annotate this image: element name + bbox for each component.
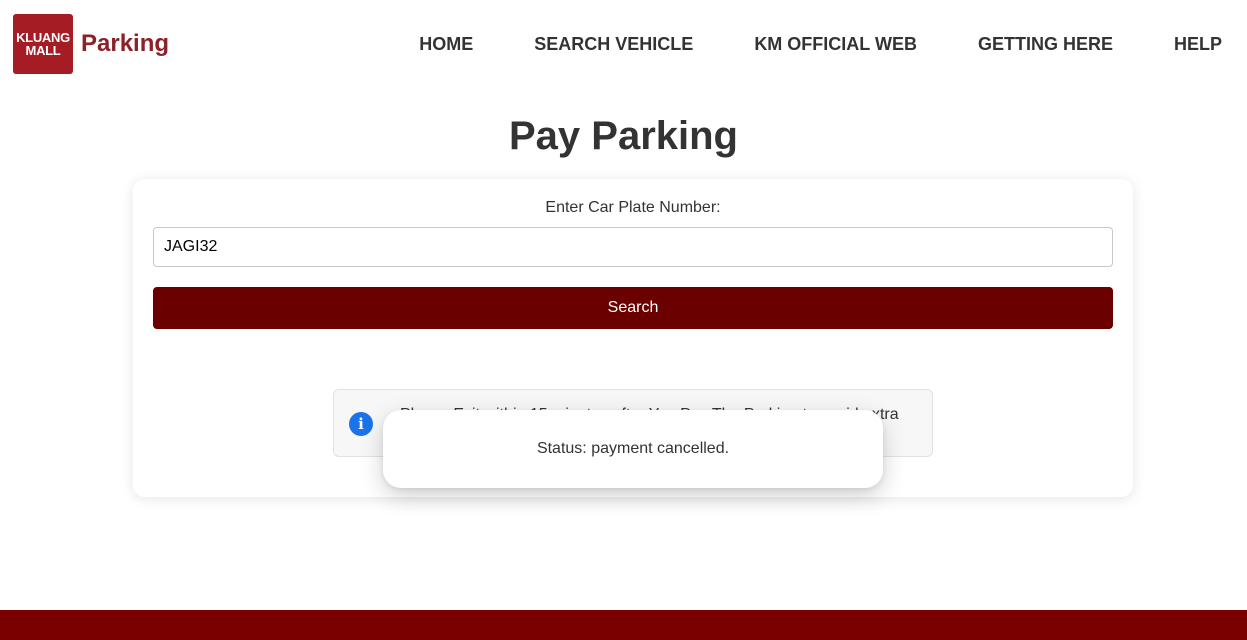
status-toast: Status: payment cancelled. [383, 410, 883, 488]
logo-line-2: MALL [25, 43, 61, 58]
plate-input[interactable] [153, 227, 1113, 267]
nav-km-official-web[interactable]: KM OFFICIAL WEB [754, 33, 917, 55]
site-header: KLUANG MALL Parking HOME SEARCH VEHICLE … [0, 0, 1247, 88]
search-button[interactable]: Search [153, 287, 1113, 329]
plate-label: Enter Car Plate Number: [545, 199, 721, 216]
status-message: Status: payment cancelled. [536, 440, 730, 457]
nav-search-vehicle[interactable]: SEARCH VEHICLE [534, 33, 693, 55]
main-nav: HOME SEARCH VEHICLE KM OFFICIAL WEB GETT… [419, 33, 1222, 55]
nav-help[interactable]: HELP [1174, 33, 1222, 55]
nav-getting-here[interactable]: GETTING HERE [978, 33, 1113, 55]
kluang-mall-logo[interactable]: KLUANG MALL [13, 14, 73, 74]
page-title: Pay Parking [508, 114, 738, 158]
nav-home[interactable]: HOME [419, 33, 473, 55]
info-icon: i [349, 412, 373, 436]
footer-bar [0, 610, 1247, 640]
brand-name[interactable]: Parking [81, 30, 169, 58]
